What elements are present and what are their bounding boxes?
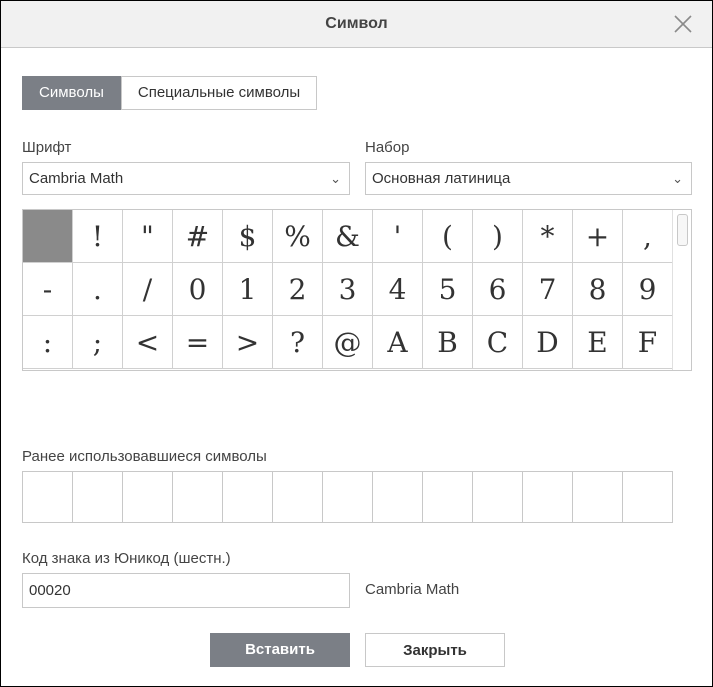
symbol-cell[interactable]: 9	[623, 263, 673, 316]
recent-symbol-cell[interactable]	[323, 472, 373, 523]
chevron-down-icon: ⌄	[672, 171, 683, 186]
symbol-cell[interactable]: A	[373, 316, 423, 369]
symbol-cells: ! " # $% & '() * +, -./0 1 2 3 4 5 6 7 8 9:; < = >? @ A B C D E F	[23, 210, 673, 369]
symbol-grid: ! " # $% & '() * +, -./0 1 2 3 4 5 6 7 8 9:; < = >? @ A B C D E F	[22, 209, 692, 371]
symbol-cell[interactable]: 5	[423, 263, 473, 316]
recent-symbol-cell[interactable]	[423, 472, 473, 523]
symbol-cell[interactable]: 7	[523, 263, 573, 316]
close-icon[interactable]	[672, 13, 694, 35]
recent-symbols-grid	[22, 471, 673, 523]
symbol-cell[interactable]: E	[573, 316, 623, 369]
recent-symbol-cell[interactable]	[523, 472, 573, 523]
symbol-cell[interactable]: ?	[273, 316, 323, 369]
symbol-cell[interactable]: 1	[223, 263, 273, 316]
symbol-cell[interactable]: ,	[623, 210, 673, 263]
symbol-cell[interactable]: 3	[323, 263, 373, 316]
symbol-cell[interactable]: =	[173, 316, 223, 369]
symbol-cell[interactable]: 8	[573, 263, 623, 316]
symbol-cell[interactable]: :	[23, 316, 73, 369]
symbol-cell[interactable]: 6	[473, 263, 523, 316]
symbol-cell[interactable]: @	[323, 316, 373, 369]
symbol-cell[interactable]: ;	[73, 316, 123, 369]
recent-symbol-cell[interactable]	[623, 472, 673, 523]
unicode-code-input[interactable]: 00020	[22, 573, 350, 608]
symbol-cell[interactable]	[23, 210, 73, 263]
symbol-cell[interactable]: B	[423, 316, 473, 369]
symbol-cell[interactable]: &	[323, 210, 373, 263]
symbol-cell[interactable]: %	[273, 210, 323, 263]
recent-symbol-cell[interactable]	[23, 472, 73, 523]
symbol-cell[interactable]: "	[123, 210, 173, 263]
font-label: Шрифт	[22, 139, 72, 156]
font-select[interactable]: Cambria Math ⌄	[22, 162, 350, 195]
symbol-cell[interactable]: -	[23, 263, 73, 316]
symbol-dialog: Символ Символы Специальные символы Шрифт…	[0, 0, 713, 687]
recent-symbol-cell[interactable]	[123, 472, 173, 523]
recent-symbol-cell[interactable]	[73, 472, 123, 523]
unicode-font-name: Cambria Math	[365, 581, 460, 598]
dialog-titlebar: Символ	[1, 1, 712, 48]
recent-symbol-cell[interactable]	[273, 472, 323, 523]
symbol-cell[interactable]: F	[623, 316, 673, 369]
recent-symbol-cell[interactable]	[223, 472, 273, 523]
chevron-down-icon: ⌄	[330, 171, 341, 186]
symbol-cell[interactable]: '	[373, 210, 423, 263]
tab-special-characters[interactable]: Специальные символы	[120, 76, 318, 110]
insert-button[interactable]: Вставить	[210, 633, 350, 667]
subset-select[interactable]: Основная латиница ⌄	[365, 162, 692, 195]
symbol-cell[interactable]: .	[73, 263, 123, 316]
scrollbar-thumb[interactable]	[677, 214, 688, 246]
symbol-cell[interactable]: <	[123, 316, 173, 369]
close-button[interactable]: Закрыть	[365, 633, 505, 667]
symbol-cell[interactable]: +	[573, 210, 623, 263]
symbol-cell[interactable]: )	[473, 210, 523, 263]
recent-symbol-cell[interactable]	[573, 472, 623, 523]
symbol-grid-scrollbar[interactable]	[672, 210, 691, 370]
subset-label: Набор	[365, 139, 410, 156]
symbol-cell[interactable]: >	[223, 316, 273, 369]
symbol-cell[interactable]: *	[523, 210, 573, 263]
tab-symbols[interactable]: Символы	[22, 76, 121, 110]
symbol-cell[interactable]: 4	[373, 263, 423, 316]
recent-symbols-label: Ранее использовавшиеся символы	[22, 448, 267, 465]
symbol-cell[interactable]: C	[473, 316, 523, 369]
recent-symbol-cell[interactable]	[473, 472, 523, 523]
symbol-cell[interactable]: $	[223, 210, 273, 263]
symbol-cell[interactable]: 2	[273, 263, 323, 316]
recent-symbol-cell[interactable]	[373, 472, 423, 523]
symbol-cell[interactable]: #	[173, 210, 223, 263]
unicode-label: Код знака из Юникод (шестн.)	[22, 550, 231, 567]
tabs: Символы Специальные символы	[22, 76, 318, 110]
symbol-cell[interactable]: !	[73, 210, 123, 263]
symbol-cell[interactable]: (	[423, 210, 473, 263]
symbol-cell[interactable]: 0	[173, 263, 223, 316]
font-select-value: Cambria Math	[29, 170, 124, 187]
recent-symbol-cell[interactable]	[173, 472, 223, 523]
symbol-cell[interactable]: /	[123, 263, 173, 316]
dialog-title: Символ	[325, 15, 388, 32]
symbol-cell[interactable]: D	[523, 316, 573, 369]
subset-select-value: Основная латиница	[372, 170, 511, 187]
